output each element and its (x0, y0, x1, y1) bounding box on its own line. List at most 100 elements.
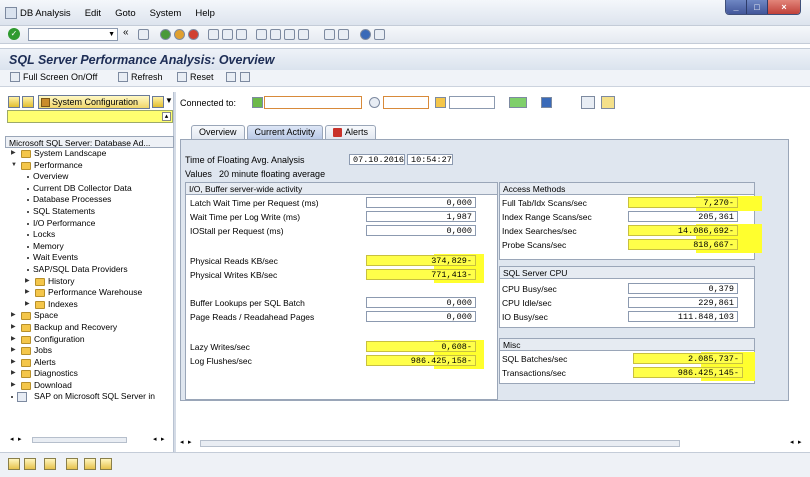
metric-value-field[interactable]: 0,608- (366, 341, 476, 352)
metric-value-field[interactable]: 2.085,737- (633, 353, 743, 364)
tree-item[interactable]: ▶ Backup and Recovery (5, 322, 174, 334)
metric-value-field[interactable]: 374,829- (366, 255, 476, 266)
instance-field[interactable] (449, 96, 495, 109)
collapse-icon[interactable]: « (123, 27, 129, 38)
tab-overview[interactable]: Overview (191, 125, 245, 139)
fullscreen-button[interactable]: Full Screen On/Off (10, 72, 97, 82)
tree-item[interactable]: ▶ Indexes (5, 299, 174, 311)
edit-connection-icon[interactable] (601, 96, 615, 109)
chevron-right-icon[interactable]: ▶ (25, 287, 30, 299)
export-icon[interactable] (44, 458, 56, 470)
chevron-right-icon[interactable]: ▶ (25, 276, 30, 288)
favorites-icon[interactable] (66, 458, 78, 470)
tab-alerts[interactable]: Alerts (325, 125, 377, 139)
exit-icon[interactable] (174, 29, 185, 40)
refresh-button[interactable]: Refresh (118, 72, 163, 82)
tree-item[interactable]: ▶ Diagnostics (5, 368, 174, 380)
menu-help[interactable]: Help (195, 8, 215, 19)
expand-icon[interactable] (8, 96, 20, 108)
tree-item[interactable]: Database Processes (5, 194, 174, 206)
chevron-right-icon[interactable]: ▶ (11, 345, 16, 357)
metric-value-field[interactable]: 986.425,145- (633, 367, 743, 378)
metric-value-field[interactable]: 0,000 (366, 225, 476, 236)
metric-value-field[interactable]: 0,000 (366, 197, 476, 208)
menu-goto[interactable]: Goto (115, 8, 136, 19)
metric-value-field[interactable]: 229,861 (628, 297, 738, 308)
tree-item[interactable]: ▶ System Landscape (5, 148, 174, 160)
navigation-horizontal-scrollbar[interactable]: ◂ ▸ ◂ ▸ (8, 435, 171, 444)
previous-page-icon[interactable] (270, 29, 281, 40)
tree-item[interactable]: ▶ Download (5, 380, 174, 392)
metric-value-field[interactable]: 7,270- (628, 197, 738, 208)
layout-menu-icon[interactable] (374, 29, 385, 40)
tree-item[interactable]: ▶ Jobs (5, 345, 174, 357)
sap-window-icon[interactable] (5, 7, 17, 19)
database-field[interactable] (383, 96, 429, 109)
collapse-tree-icon[interactable] (22, 96, 34, 108)
main-scrollbar-track[interactable] (200, 440, 680, 447)
info-icon[interactable] (581, 96, 595, 109)
reset-button[interactable]: Reset (177, 72, 214, 82)
floating-time-field[interactable]: 10:54:27 (407, 154, 453, 165)
close-button[interactable]: × (768, 0, 800, 14)
delete-icon[interactable] (84, 458, 96, 470)
tab-current-activity[interactable]: Current Activity (246, 125, 324, 139)
print-icon[interactable] (208, 29, 219, 40)
menu-edit[interactable]: Edit (85, 8, 101, 19)
find-next-icon[interactable] (236, 29, 247, 40)
chevron-right-icon[interactable]: ▶ (11, 334, 16, 346)
tree-item[interactable]: ▶ History (5, 276, 174, 288)
maximize-button[interactable]: □ (747, 0, 768, 14)
chevron-right-icon[interactable]: ▶ (11, 368, 16, 380)
chevron-right-icon[interactable]: ▶ (11, 380, 16, 392)
enter-button[interactable]: ✓ (8, 28, 20, 40)
metric-value-field[interactable]: 986.425,158- (366, 355, 476, 366)
tree-item[interactable]: SAP on Microsoft SQL Server in (5, 391, 174, 403)
tree-item[interactable]: Wait Events (5, 252, 174, 264)
info-button[interactable] (240, 72, 250, 82)
tree-item[interactable]: ▶ Space (5, 310, 174, 322)
command-field[interactable]: ▼ (28, 28, 118, 41)
help-icon[interactable] (360, 29, 371, 40)
main-horizontal-scrollbar[interactable]: ◂ ▸ ◂ ▸ (180, 438, 807, 448)
menu-system[interactable]: System (150, 8, 182, 19)
display-settings-icon[interactable] (541, 97, 552, 108)
tree-item[interactable]: Memory (5, 241, 174, 253)
metric-value-field[interactable]: 771,413- (366, 269, 476, 280)
save-icon[interactable] (138, 29, 149, 40)
minimize-button[interactable]: _ (726, 0, 747, 14)
system-input-field[interactable]: ▴ (7, 110, 173, 123)
shortcut-icon[interactable] (338, 29, 349, 40)
tree-item[interactable]: ▶ Alerts (5, 357, 174, 369)
floating-date-field[interactable]: 07.10.2016 (349, 154, 405, 165)
tree-item[interactable]: ▼ Performance (5, 160, 174, 172)
back-icon[interactable] (160, 29, 171, 40)
tree-icon[interactable] (24, 458, 36, 470)
metric-value-field[interactable]: 818,667- (628, 239, 738, 250)
metric-value-field[interactable]: 1,987 (366, 211, 476, 222)
chevron-right-icon[interactable]: ▶ (11, 148, 16, 160)
tree-item[interactable]: ▶ Performance Warehouse (5, 287, 174, 299)
system-configuration-button[interactable]: System Configuration (38, 95, 150, 109)
value-help-icon[interactable]: ▴ (162, 112, 171, 121)
tree-item[interactable]: ▶ Configuration (5, 334, 174, 346)
tree-item[interactable]: SAP/SQL Data Providers (5, 264, 174, 276)
menu-db-analysis[interactable]: DB Analysis (20, 8, 71, 19)
chevron-down-icon[interactable]: ▼ (108, 31, 115, 38)
export-button[interactable] (226, 72, 236, 82)
find-icon[interactable] (222, 29, 233, 40)
metric-value-field[interactable]: 0,000 (366, 297, 476, 308)
chevron-right-icon[interactable]: ▶ (25, 299, 30, 311)
scrollbar-track[interactable] (32, 437, 127, 443)
print-icon[interactable] (100, 458, 112, 470)
tree-item[interactable]: Current DB Collector Data (5, 183, 174, 195)
tree-item[interactable]: SQL Statements (5, 206, 174, 218)
metric-value-field[interactable]: 0,000 (366, 311, 476, 322)
connected-system-field[interactable] (264, 96, 362, 109)
metric-value-field[interactable]: 111.848,103 (628, 311, 738, 322)
search-icon[interactable] (152, 96, 164, 108)
chevron-right-icon[interactable]: ▶ (11, 310, 16, 322)
next-page-icon[interactable] (284, 29, 295, 40)
metric-value-field[interactable]: 14.086,692- (628, 225, 738, 236)
chevron-down-icon[interactable]: ▼ (11, 160, 17, 172)
